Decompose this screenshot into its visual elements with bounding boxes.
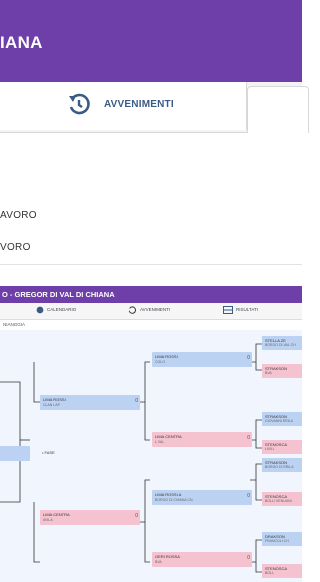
team-club: BORGO DI CHIANA CN [155,498,193,502]
bracket-preview: O - GREGOR DI VAL DI CHIANA CALENDARIO A… [0,286,302,582]
match-slot[interactable]: STELLA ZE BORGO DI VAL CH [262,336,302,350]
match-slot[interactable]: LIMA CENTRA AVILA 0 [40,510,140,525]
match-slot[interactable]: DRAKSON FRANCOLI CH [262,532,302,546]
mini-tab-events[interactable]: AVVENIMENTI [140,307,170,312]
team-club: BORGO DI VAL CH [265,343,296,347]
list-item-label: AVORO [0,210,37,221]
score: 0 [135,398,138,404]
match-slot[interactable]: STENOSCA BOLL [262,564,302,578]
team-club: COLO [155,360,165,364]
bye-label: • FASE [42,450,55,455]
match-slot[interactable]: STRAKSON BORGO DI ERILA [262,458,302,472]
match-slot[interactable]: STENOSCA BOLLI VENLIANI [262,492,302,506]
team-club: AVILA [43,518,53,522]
team-club: BOLLI VENLIANI [265,499,292,503]
team-club: FRANCOLI CH [265,539,289,543]
list-item-label: VORO [0,242,31,253]
match-slot[interactable]: STRAKSON BVA [262,364,302,378]
team-club: L VAL [155,440,165,444]
score: 0 [247,355,250,361]
team-club: BOLL [265,571,274,575]
team-name: LIMA CENTRA [155,434,182,439]
calendar-icon [36,306,44,314]
match-slot[interactable]: LIMA ROSSI CLAN LAP 0 [40,395,140,410]
team-club: BORGO DI ERILA [265,465,294,469]
team-club: CLAN LAP [43,403,60,407]
team-name: LIMA ROSSI [155,354,178,359]
team-club: LIVILI [265,447,275,451]
match-slot[interactable]: STRAKSON GIOVANNI ERILA [262,412,302,426]
match-slot[interactable]: GERI ROSSA BVA 0 [152,552,252,567]
bracket: • FASE LIMA ROSSI CLAN LAP 0 LIMA CENTRA… [0,330,302,582]
team-name: LIMA ROSSI [43,397,66,402]
team-club: BVA [155,560,162,564]
app-header [0,0,302,82]
team-club: BVA [265,371,272,375]
tab-next[interactable] [247,86,309,133]
team-name: LIMA CENTRA [43,512,70,517]
match-slot[interactable]: STENOSCA LIVILI [262,440,302,454]
list-item[interactable]: AVORO [0,200,302,233]
team-club: GIOVANNI ERILA [265,419,293,423]
score: 0 [247,555,250,561]
match-slot[interactable]: LIMA ROSSI COLO 0 [152,352,252,367]
team-name: LIMA ROSSI A [155,492,182,497]
score: 0 [247,493,250,499]
mini-tab-calendar[interactable]: CALENDARIO [47,307,76,312]
bracket-lines [0,343,262,573]
mini-tab-results[interactable]: RISULTATI [236,307,258,312]
mini-title: O - GREGOR DI VAL DI CHIANA [2,290,115,299]
mini-tab-bar: CALENDARIO AVVENIMENTI RISULTATI [0,303,302,320]
team-name: GERI ROSSA [155,554,180,559]
match-slot[interactable] [0,446,30,461]
match-slot[interactable]: LIMA CENTRA L VAL 0 [152,432,252,447]
results-icon [223,306,233,314]
history-icon [128,306,136,314]
score: 0 [135,513,138,519]
match-slot[interactable]: LIMA ROSSI A BORGO DI CHIANA CN 0 [152,490,252,505]
page-title: IANA [0,33,43,52]
list-item[interactable]: VORO [0,232,302,265]
history-icon [69,93,90,115]
mini-subtitle: NIANGGIA [3,322,26,327]
score: 0 [247,435,250,441]
tab-events-label: AVVENIMENTI [104,99,174,110]
